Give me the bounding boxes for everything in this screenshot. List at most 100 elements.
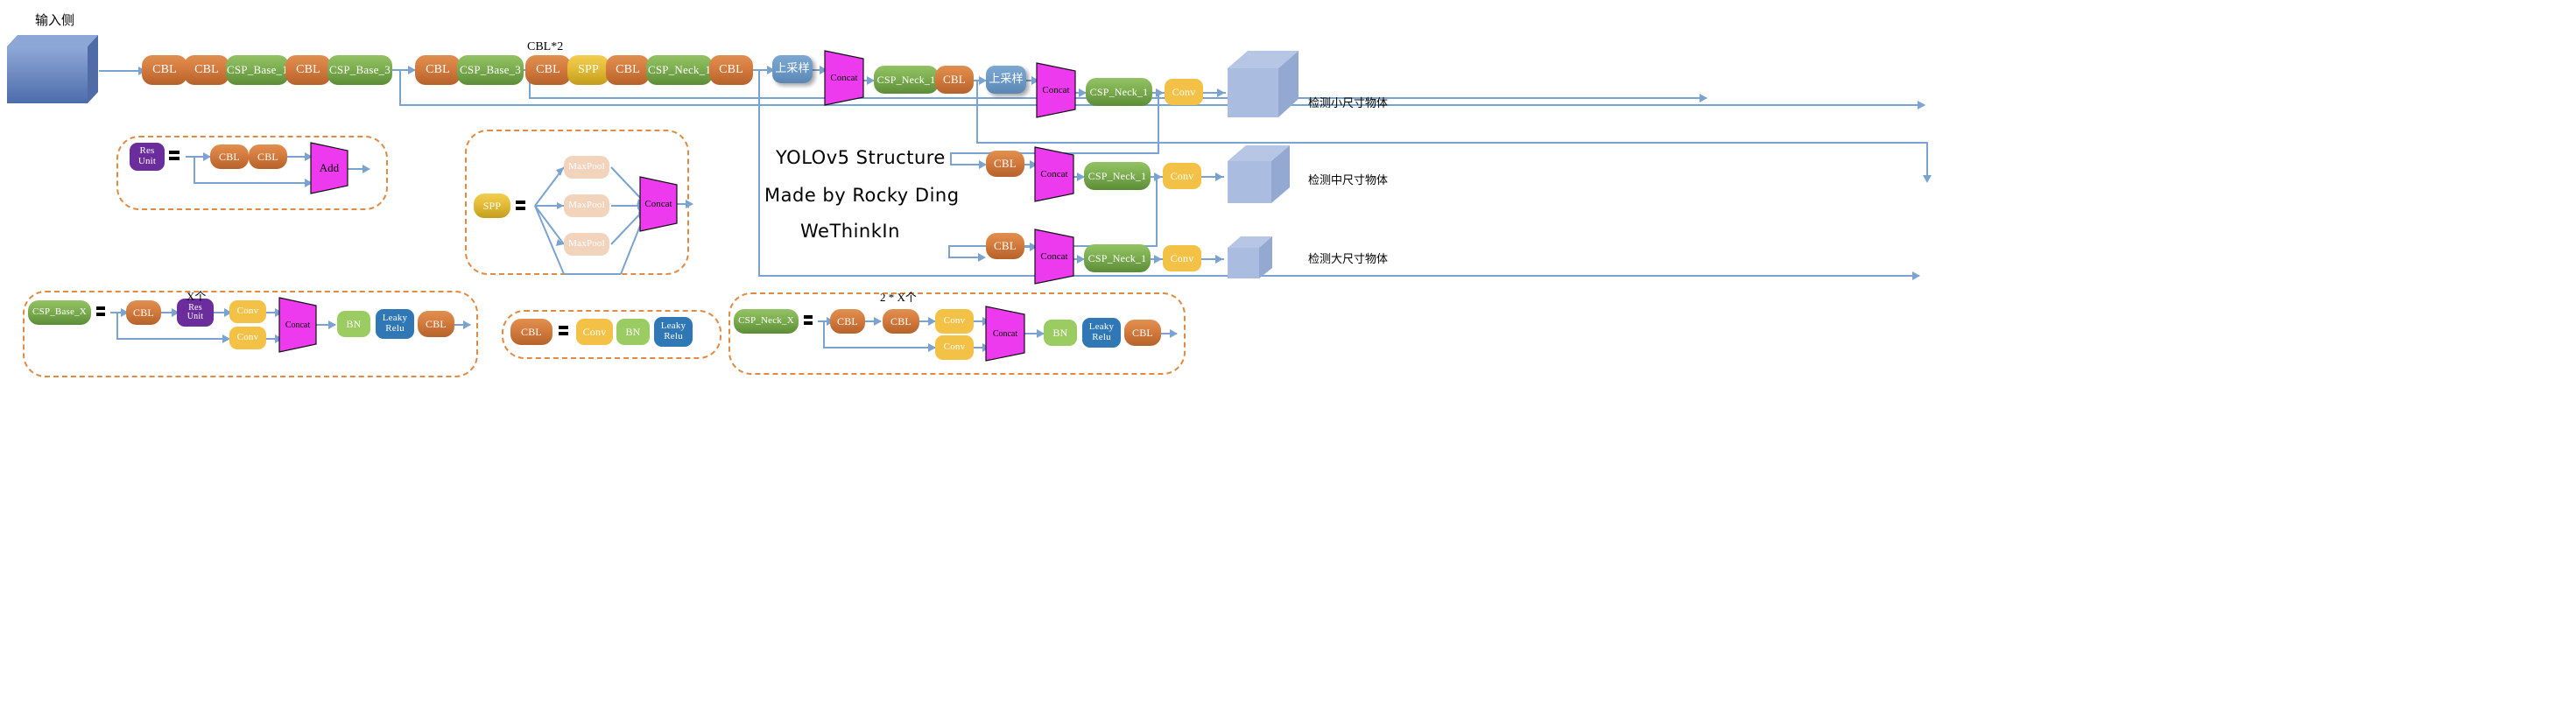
legend-cspneck-conv-top[interactable]: Conv: [935, 309, 974, 334]
wire-branch-mid-vertical: [976, 80, 978, 143]
wire-res-bypass-horizontal: [194, 182, 313, 184]
arrow-cspneck-out: [1170, 329, 1178, 338]
conv-large[interactable]: Conv: [1163, 245, 1201, 271]
legend-cspneck-cbl-tail[interactable]: CBL: [1124, 320, 1161, 346]
concat-2[interactable]: Concat: [1036, 62, 1076, 118]
wire-branch-mid-horizontal: [976, 142, 1928, 144]
legend-cspneck-concat[interactable]: Concat: [985, 306, 1025, 362]
legend-spp-concat[interactable]: Concat: [639, 176, 678, 232]
output-cube-large: [1228, 235, 1273, 280]
neck-csp-neck-1-a[interactable]: CSP_Neck_1: [874, 66, 939, 94]
backbone-cbl-2[interactable]: CBL: [184, 55, 229, 85]
arrow-skip2-to-concat1: [1700, 94, 1707, 102]
legend-res-unit-node[interactable]: Res Unit: [130, 143, 165, 171]
head-cbl-mid[interactable]: CBL: [986, 151, 1024, 177]
backbone-csp-base-3-b[interactable]: CSP_Base_3: [457, 55, 524, 85]
concat-3[interactable]: Concat: [1034, 146, 1074, 202]
legend-cspbase-res-line2: Unit: [187, 312, 204, 321]
arrow-cspneckc-to-cbllarge: [978, 253, 986, 262]
legend-cspneck-bn[interactable]: BN: [1044, 320, 1077, 346]
backbone-cbl-1[interactable]: CBL: [142, 55, 187, 85]
equals-cbl: [559, 326, 568, 335]
conv-small[interactable]: Conv: [1165, 79, 1203, 105]
arrow-cspneckd-to-convlarge: [1154, 255, 1162, 264]
equals-res-unit: [169, 151, 179, 160]
wire-branch-large-horizontal: [758, 275, 1919, 277]
arrow-cspneckb-to-convsmall: [1156, 88, 1164, 97]
legend-csp-base-node[interactable]: CSP_Base_X: [28, 300, 91, 325]
legend-res-cbl-2[interactable]: CBL: [249, 144, 287, 169]
backbone-cbl-3[interactable]: CBL: [285, 55, 331, 85]
wire-cspneckb-branch-vertical: [1158, 92, 1159, 153]
input-cube: [7, 35, 99, 103]
legend-cbl-bn[interactable]: BN: [616, 319, 650, 345]
legend-cspbase-relu[interactable]: Leaky Relu: [376, 309, 414, 339]
backbone-csp-base-3-a[interactable]: CSP_Base_3: [327, 55, 392, 85]
legend-spp-node[interactable]: SPP: [474, 194, 510, 218]
legend-cspneck-cbl-1[interactable]: CBL: [830, 309, 865, 334]
head-csp-neck-1-d[interactable]: CSP_Neck_1: [1084, 244, 1151, 272]
legend-res-unit-line2: Unit: [137, 156, 157, 166]
concat-1[interactable]: Concat: [824, 50, 864, 106]
wire-cspneck-bypass-vertical: [823, 320, 825, 348]
legend-cspneck-conv-bottom[interactable]: Conv: [935, 335, 974, 360]
neck-cbl-a[interactable]: CBL: [935, 66, 974, 94]
cbl-x2-label: CBL*2: [527, 40, 564, 53]
legend-cspbase-concat[interactable]: Concat: [278, 297, 317, 353]
neck-csp-neck-1-b[interactable]: CSP_Neck_1: [1086, 78, 1152, 106]
arrow-branch-mid: [1923, 175, 1932, 183]
wire-branch-large-vertical: [758, 69, 760, 276]
backbone-csp-base-1[interactable]: CSP_Base_1: [226, 55, 289, 85]
legend-cspbase-conv-top[interactable]: Conv: [229, 300, 266, 323]
arrow-branch-large-to-concat4: [1912, 271, 1920, 280]
backbone-csp-neck-1-a[interactable]: CSP_Neck_1: [646, 55, 713, 85]
head-csp-neck-1-c[interactable]: CSP_Neck_1: [1084, 162, 1151, 190]
wire-cspneckb-branch-drop: [950, 152, 952, 165]
wire-cspneckc-branch-drop: [948, 245, 950, 257]
title-line-1: YOLOv5 Structure: [776, 147, 946, 168]
legend-cspneck-relu[interactable]: Leaky Relu: [1082, 318, 1121, 348]
legend-cspneck-cbl-2[interactable]: CBL: [883, 309, 919, 334]
legend-cspneck-relu-line2: Relu: [1092, 332, 1111, 342]
legend-maxpool-2[interactable]: MaxPool: [564, 194, 609, 217]
legend-cbl-node[interactable]: CBL: [510, 319, 553, 345]
backbone-cbl-6[interactable]: CBL: [606, 55, 650, 85]
legend-cbl-relu-line2: Relu: [664, 331, 683, 341]
legend-csp-neck-node[interactable]: CSP_Neck_X: [734, 309, 799, 334]
equals-csp-neck: [804, 315, 813, 325]
legend-cspbase-bn[interactable]: BN: [337, 311, 370, 337]
wire-skip1-vertical: [399, 69, 401, 105]
arrow-convlarge-to-output: [1215, 255, 1223, 264]
legend-maxpool-1[interactable]: MaxPool: [564, 156, 609, 179]
backbone-cbl-5[interactable]: CBL: [525, 55, 571, 85]
legend-cspbase-cbl-tail[interactable]: CBL: [418, 311, 454, 337]
arrow-convsmall-to-output: [1217, 88, 1225, 97]
legend-cspbase-conv-bottom[interactable]: Conv: [229, 327, 266, 349]
legend-cspbase-cbl[interactable]: CBL: [126, 300, 161, 325]
output-label-mid: 检测中尺寸物体: [1308, 174, 1389, 187]
output-label-small: 检测小尺寸物体: [1308, 97, 1389, 110]
legend-res-cbl-1[interactable]: CBL: [210, 144, 249, 169]
upsample-2[interactable]: 上采样: [986, 66, 1026, 94]
backbone-cbl-4[interactable]: CBL: [415, 55, 461, 85]
input-label: 输入侧: [35, 12, 75, 28]
concat-4[interactable]: Concat: [1034, 229, 1074, 285]
wire-cspneck-bypass-horizontal: [823, 347, 935, 348]
wire-cspbase-bypass-horizontal: [116, 338, 228, 340]
legend-maxpool-3[interactable]: MaxPool: [564, 233, 609, 256]
title-line-2: Made by Rocky Ding: [764, 185, 960, 206]
legend-cbl-relu[interactable]: Leaky Relu: [654, 317, 693, 347]
output-label-large: 检测大尺寸物体: [1308, 253, 1389, 266]
arrow-cspbase-concat-to-bn: [328, 320, 336, 329]
wire-res-bypass-vertical: [194, 156, 195, 183]
legend-cbl-conv[interactable]: Conv: [576, 319, 613, 345]
arrow-cspbase-out: [463, 320, 471, 329]
upsample-1[interactable]: 上采样: [772, 55, 813, 83]
backbone-spp[interactable]: SPP: [567, 55, 609, 85]
head-cbl-large[interactable]: CBL: [986, 233, 1024, 259]
legend-add-op[interactable]: Add: [310, 142, 348, 194]
legend-csp-base-repeat: X个: [187, 290, 207, 303]
backbone-cbl-7[interactable]: CBL: [709, 55, 753, 85]
arrow-skip1-to-concat2: [1918, 101, 1925, 109]
conv-mid[interactable]: Conv: [1163, 163, 1201, 189]
